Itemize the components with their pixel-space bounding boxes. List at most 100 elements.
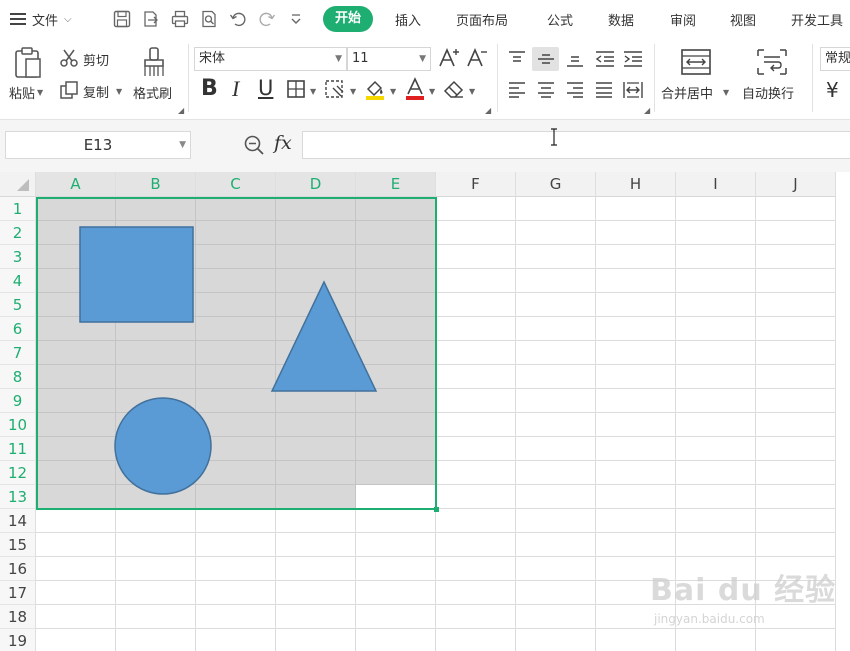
cell-g9[interactable] <box>516 389 596 413</box>
currency-format-button[interactable]: ¥ <box>826 78 839 102</box>
cell-c17[interactable] <box>196 581 276 605</box>
cell-f12[interactable] <box>436 461 516 485</box>
cell-d6[interactable] <box>276 317 356 341</box>
cell-g14[interactable] <box>516 509 596 533</box>
tab-formulas[interactable]: 公式 <box>547 10 573 29</box>
row-header-14[interactable]: 14 <box>0 509 36 533</box>
cell-b5[interactable] <box>116 293 196 317</box>
cell-b6[interactable] <box>116 317 196 341</box>
cell-a11[interactable] <box>36 437 116 461</box>
cell-e8[interactable] <box>356 365 436 389</box>
formula-input[interactable] <box>302 131 850 159</box>
eraser-icon[interactable] <box>443 79 465 103</box>
row-header-12[interactable]: 12 <box>0 461 36 485</box>
align-bottom-icon[interactable] <box>565 49 585 73</box>
decrease-indent-icon[interactable] <box>594 49 616 73</box>
cell-j6[interactable] <box>756 317 836 341</box>
increase-font-icon[interactable] <box>437 46 461 74</box>
cell-g10[interactable] <box>516 413 596 437</box>
save-icon[interactable] <box>112 9 132 29</box>
fill-handle[interactable] <box>434 507 439 512</box>
cell-i19[interactable] <box>676 629 756 651</box>
cell-a10[interactable] <box>36 413 116 437</box>
cell-j2[interactable] <box>756 221 836 245</box>
cell-b4[interactable] <box>116 269 196 293</box>
cell-g6[interactable] <box>516 317 596 341</box>
cell-h14[interactable] <box>596 509 676 533</box>
cell-d12[interactable] <box>276 461 356 485</box>
cell-d5[interactable] <box>276 293 356 317</box>
row-header-16[interactable]: 16 <box>0 557 36 581</box>
cell-d4[interactable] <box>276 269 356 293</box>
cell-c3[interactable] <box>196 245 276 269</box>
cell-a16[interactable] <box>36 557 116 581</box>
cell-b12[interactable] <box>116 461 196 485</box>
cell-d3[interactable] <box>276 245 356 269</box>
cell-g4[interactable] <box>516 269 596 293</box>
cell-i7[interactable] <box>676 341 756 365</box>
cell-f13[interactable] <box>436 485 516 509</box>
cell-i11[interactable] <box>676 437 756 461</box>
cell-a9[interactable] <box>36 389 116 413</box>
cell-c2[interactable] <box>196 221 276 245</box>
cell-i8[interactable] <box>676 365 756 389</box>
cell-i15[interactable] <box>676 533 756 557</box>
cell-c14[interactable] <box>196 509 276 533</box>
row-header-6[interactable]: 6 <box>0 317 36 341</box>
cell-e10[interactable] <box>356 413 436 437</box>
cell-b7[interactable] <box>116 341 196 365</box>
cell-j13[interactable] <box>756 485 836 509</box>
cell-j12[interactable] <box>756 461 836 485</box>
cell-h12[interactable] <box>596 461 676 485</box>
font-name-select[interactable]: 宋体 ▼ <box>194 47 347 71</box>
column-header-e[interactable]: E <box>356 172 436 197</box>
cell-a12[interactable] <box>36 461 116 485</box>
distributed-align-icon[interactable] <box>622 80 644 104</box>
cell-c11[interactable] <box>196 437 276 461</box>
cell-e14[interactable] <box>356 509 436 533</box>
justify-icon[interactable] <box>594 80 614 104</box>
row-header-15[interactable]: 15 <box>0 533 36 557</box>
row-header-10[interactable]: 10 <box>0 413 36 437</box>
cell-g2[interactable] <box>516 221 596 245</box>
cell-g17[interactable] <box>516 581 596 605</box>
row-header-8[interactable]: 8 <box>0 365 36 389</box>
cell-a15[interactable] <box>36 533 116 557</box>
cell-c8[interactable] <box>196 365 276 389</box>
cell-g7[interactable] <box>516 341 596 365</box>
cell-g13[interactable] <box>516 485 596 509</box>
row-header-13[interactable]: 13 <box>0 485 36 509</box>
cell-h5[interactable] <box>596 293 676 317</box>
print-icon[interactable] <box>170 9 190 29</box>
row-header-17[interactable]: 17 <box>0 581 36 605</box>
bold-button[interactable]: B <box>201 76 218 101</box>
cell-a7[interactable] <box>36 341 116 365</box>
cell-d15[interactable] <box>276 533 356 557</box>
highlight-dropdown-icon[interactable]: ▼ <box>390 87 396 96</box>
cell-a14[interactable] <box>36 509 116 533</box>
cell-c5[interactable] <box>196 293 276 317</box>
column-header-d[interactable]: D <box>276 172 356 197</box>
cell-a6[interactable] <box>36 317 116 341</box>
row-header-19[interactable]: 19 <box>0 629 36 651</box>
cell-f18[interactable] <box>436 605 516 629</box>
cell-g16[interactable] <box>516 557 596 581</box>
row-header-3[interactable]: 3 <box>0 245 36 269</box>
cell-b9[interactable] <box>116 389 196 413</box>
cell-e19[interactable] <box>356 629 436 651</box>
cell-b1[interactable] <box>116 197 196 221</box>
borders-icon[interactable] <box>286 79 306 103</box>
cell-h4[interactable] <box>596 269 676 293</box>
cell-j10[interactable] <box>756 413 836 437</box>
cell-b16[interactable] <box>116 557 196 581</box>
tab-developer[interactable]: 开发工具 <box>791 10 843 29</box>
cell-g12[interactable] <box>516 461 596 485</box>
cell-c10[interactable] <box>196 413 276 437</box>
customize-toolbar-icon[interactable] <box>286 9 306 29</box>
cell-f14[interactable] <box>436 509 516 533</box>
cell-i10[interactable] <box>676 413 756 437</box>
cell-i9[interactable] <box>676 389 756 413</box>
cell-i2[interactable] <box>676 221 756 245</box>
cell-g1[interactable] <box>516 197 596 221</box>
cell-d14[interactable] <box>276 509 356 533</box>
